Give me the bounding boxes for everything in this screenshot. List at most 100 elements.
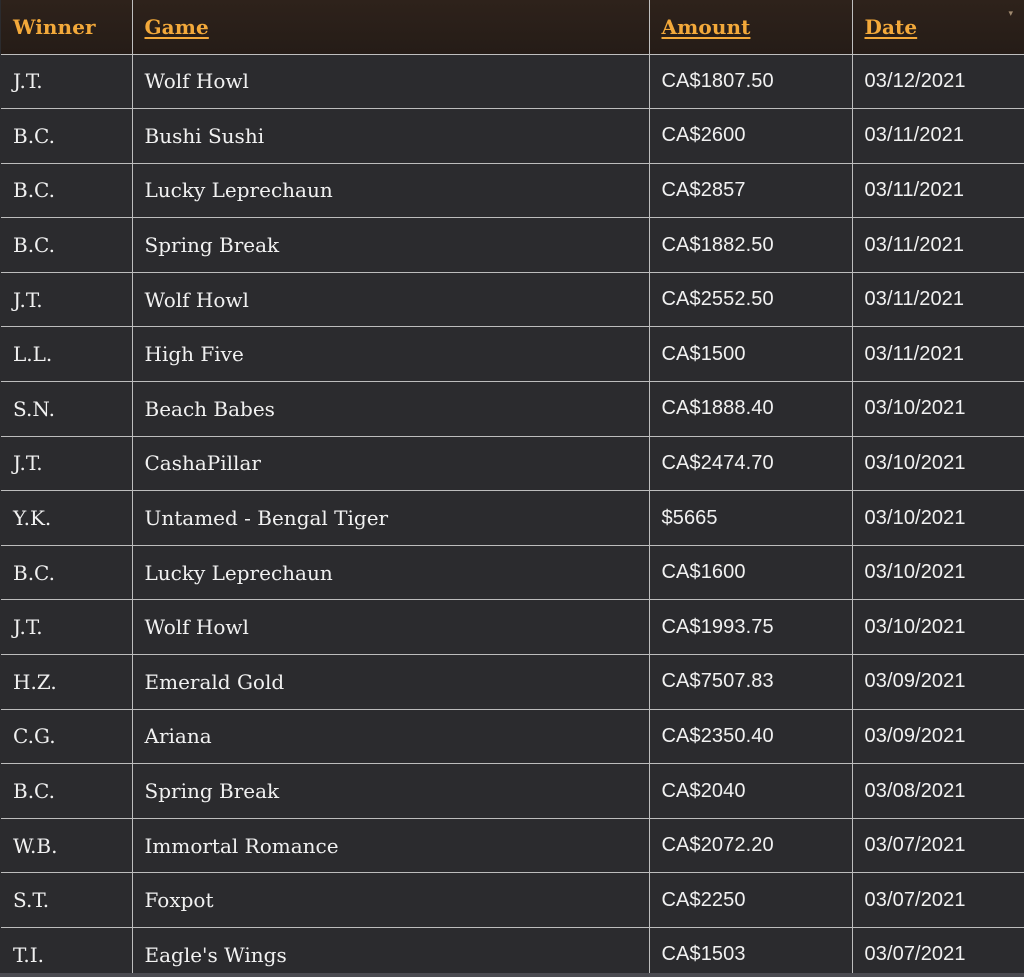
table-row: J.T. Wolf Howl CA$2552.50 03/11/2021 <box>1 272 1024 328</box>
game-cell: Emerald Gold <box>132 654 650 710</box>
amount-cell: CA$2857 <box>649 163 853 219</box>
winner-cell: B.C. <box>1 763 133 819</box>
date-cell: 03/07/2021 <box>852 872 1024 928</box>
date-cell: 03/12/2021 <box>852 54 1024 110</box>
winner-cell: J.T. <box>1 272 133 328</box>
date-cell: 03/11/2021 <box>852 272 1024 328</box>
amount-cell: CA$2350.40 <box>649 709 853 765</box>
winner-cell: B.C. <box>1 545 133 601</box>
amount-cell: CA$1600 <box>649 545 853 601</box>
game-cell: Lucky Leprechaun <box>132 545 650 601</box>
game-cell: Wolf Howl <box>132 272 650 328</box>
winner-cell: B.C. <box>1 108 133 164</box>
date-cell: 03/08/2021 <box>852 763 1024 819</box>
date-cell: 03/11/2021 <box>852 108 1024 164</box>
date-cell: 03/11/2021 <box>852 326 1024 383</box>
table-row: B.C. Spring Break CA$2040 03/08/2021 <box>1 763 1024 819</box>
date-cell: 03/07/2021 <box>852 818 1024 874</box>
winner-cell: J.T. <box>1 599 133 656</box>
game-cell: Ariana <box>132 709 650 765</box>
amount-cell: CA$1882.50 <box>649 217 853 273</box>
table-row: J.T. Wolf Howl CA$1993.75 03/10/2021 <box>1 599 1024 656</box>
table-row: B.C. Spring Break CA$1882.50 03/11/2021 <box>1 217 1024 273</box>
game-cell: High Five <box>132 326 650 383</box>
date-cell: 03/10/2021 <box>852 490 1024 546</box>
table-row: J.T. CashaPillar CA$2474.70 03/10/2021 <box>1 436 1024 492</box>
table-row: C.G. Ariana CA$2350.40 03/09/2021 <box>1 709 1024 765</box>
amount-cell: CA$1993.75 <box>649 599 853 656</box>
game-cell: Beach Babes <box>132 381 650 437</box>
game-cell: Spring Break <box>132 763 650 819</box>
table-row: Y.K. Untamed - Bengal Tiger $5665 03/10/202… <box>1 490 1024 546</box>
table-row: S.N. Beach Babes CA$1888.40 03/10/2021 <box>1 381 1024 437</box>
winner-cell: Y.K. <box>1 490 133 546</box>
winner-cell: S.N. <box>1 381 133 437</box>
game-cell: Eagle's Wings <box>132 927 650 977</box>
sort-desc-icon: ▾ <box>1008 9 1013 19</box>
game-cell: Untamed - Bengal Tiger <box>132 490 650 546</box>
amount-cell: CA$1888.40 <box>649 381 853 437</box>
amount-cell: CA$2250 <box>649 872 853 928</box>
scrollbar-track[interactable] <box>0 973 1024 977</box>
winner-cell: S.T. <box>1 872 133 928</box>
column-header-date[interactable]: Date ▾ <box>852 0 1024 55</box>
table-row: H.Z. Emerald Gold CA$7507.83 03/09/2021 <box>1 654 1024 710</box>
amount-cell: CA$2040 <box>649 763 853 819</box>
column-header-winner: Winner <box>1 0 133 55</box>
winners-table-container: Winner Game Amount Date ▾ J.T. Wolf Howl C… <box>0 0 1024 977</box>
sort-by-date-link[interactable]: Date <box>865 15 918 39</box>
game-cell: Spring Break <box>132 217 650 273</box>
game-cell: Lucky Leprechaun <box>132 163 650 219</box>
winner-cell: H.Z. <box>1 654 133 710</box>
winner-cell: C.G. <box>1 709 133 765</box>
amount-cell: CA$2474.70 <box>649 436 853 492</box>
table-row: W.B. Immortal Romance CA$2072.20 03/07/2021 <box>1 818 1024 874</box>
date-cell: 03/09/2021 <box>852 654 1024 710</box>
amount-cell: $5665 <box>649 490 853 546</box>
date-cell: 03/10/2021 <box>852 545 1024 601</box>
winner-cell: J.T. <box>1 54 133 110</box>
table-body: J.T. Wolf Howl CA$1807.50 03/12/2021 B.C. Bus… <box>1 54 1024 977</box>
amount-cell: CA$1503 <box>649 927 853 977</box>
amount-cell: CA$2552.50 <box>649 272 853 328</box>
header-row: Winner Game Amount Date ▾ <box>1 0 1024 55</box>
game-cell: CashaPillar <box>132 436 650 492</box>
sort-by-amount-link[interactable]: Amount <box>662 15 751 39</box>
amount-cell: CA$2072.20 <box>649 818 853 874</box>
amount-cell: CA$1500 <box>649 326 853 383</box>
game-cell: Wolf Howl <box>132 599 650 656</box>
date-cell: 03/09/2021 <box>852 709 1024 765</box>
winner-cell: B.C. <box>1 163 133 219</box>
game-cell: Foxpot <box>132 872 650 928</box>
table-row: B.C. Lucky Leprechaun CA$1600 03/10/2021 <box>1 545 1024 601</box>
table-row: J.T. Wolf Howl CA$1807.50 03/12/2021 <box>1 54 1024 110</box>
date-cell: 03/10/2021 <box>852 436 1024 492</box>
sort-by-game-link[interactable]: Game <box>145 15 209 39</box>
table-row: S.T. Foxpot CA$2250 03/07/2021 <box>1 872 1024 928</box>
winner-cell: L.L. <box>1 326 133 383</box>
winner-cell: J.T. <box>1 436 133 492</box>
column-header-game[interactable]: Game <box>132 0 650 55</box>
amount-cell: CA$1807.50 <box>649 54 853 110</box>
column-header-amount[interactable]: Amount <box>649 0 853 55</box>
table-row: L.L. High Five CA$1500 03/11/2021 <box>1 326 1024 383</box>
amount-cell: CA$2600 <box>649 108 853 164</box>
table-row: T.I. Eagle's Wings CA$1503 03/07/2021 <box>1 927 1024 977</box>
table-row: B.C. Bushi Sushi CA$2600 03/11/2021 <box>1 108 1024 164</box>
date-cell: 03/10/2021 <box>852 599 1024 656</box>
amount-cell: CA$7507.83 <box>649 654 853 710</box>
recent-winners-table: Winner Game Amount Date ▾ J.T. Wolf Howl C… <box>1 0 1024 977</box>
date-cell: 03/10/2021 <box>852 381 1024 437</box>
winner-cell: T.I. <box>1 927 133 977</box>
date-cell: 03/11/2021 <box>852 163 1024 219</box>
column-header-winner-label: Winner <box>13 14 96 39</box>
winner-cell: B.C. <box>1 217 133 273</box>
game-cell: Bushi Sushi <box>132 108 650 164</box>
date-cell: 03/11/2021 <box>852 217 1024 273</box>
game-cell: Wolf Howl <box>132 54 650 110</box>
table-row: B.C. Lucky Leprechaun CA$2857 03/11/2021 <box>1 163 1024 219</box>
winner-cell: W.B. <box>1 818 133 874</box>
table-header: Winner Game Amount Date ▾ <box>1 0 1024 55</box>
date-cell: 03/07/2021 <box>852 927 1024 977</box>
game-cell: Immortal Romance <box>132 818 650 874</box>
